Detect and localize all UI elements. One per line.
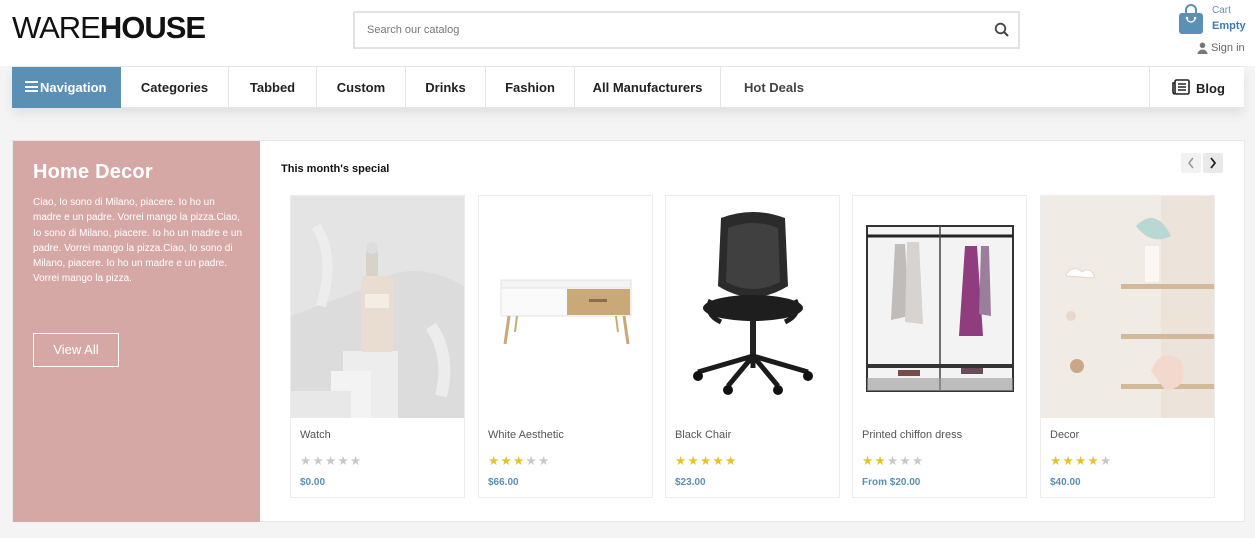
blog-label: Blog: [1196, 81, 1225, 96]
star-icon: ★: [312, 454, 324, 468]
product-card[interactable]: Printed chiffon dress ★★★★★ From $20.00: [852, 195, 1027, 498]
promo-text: Ciao, Io sono di Milano, piacere. Io ho …: [33, 197, 243, 285]
star-icon: ★: [887, 454, 899, 468]
nav-item-fashion[interactable]: Fashion: [486, 67, 575, 108]
product-name: Printed chiffon dress: [862, 429, 963, 441]
star-icon: ★: [725, 454, 737, 468]
star-icon: ★: [1100, 454, 1112, 468]
product-card[interactable]: Watch ★★★★★ $0.00: [290, 195, 465, 498]
hamburger-icon: [25, 81, 38, 92]
product-card[interactable]: Black Chair ★★★★★ $23.00: [665, 195, 840, 498]
star-icon: ★: [337, 454, 349, 468]
product-image: [666, 196, 839, 418]
carousel-prev-button[interactable]: [1181, 153, 1201, 173]
promo-banner: Home Decor Ciao, Io sono di Milano, piac…: [13, 141, 260, 522]
star-icon: ★: [513, 454, 525, 468]
nav-item-tabbed[interactable]: Tabbed: [229, 67, 317, 108]
rating-stars: ★★★★★: [1050, 452, 1113, 468]
product-price: From $20.00: [862, 477, 921, 488]
svg-text:bebe: bebe: [1159, 306, 1201, 331]
star-icon: ★: [488, 454, 500, 468]
featured-section: Home Decor Ciao, Io sono di Milano, piac…: [12, 140, 1245, 522]
user-icon: [1197, 42, 1208, 54]
star-icon: ★: [912, 454, 924, 468]
star-icon: ★: [700, 454, 712, 468]
sign-in-label: Sign in: [1211, 42, 1245, 54]
star-icon: ★: [687, 454, 699, 468]
logo[interactable]: WAREHOUSE: [12, 10, 206, 45]
product-name: Watch: [300, 429, 331, 441]
search-icon[interactable]: [992, 20, 1012, 40]
star-icon: ★: [500, 454, 512, 468]
star-icon: ★: [1087, 454, 1099, 468]
rating-stars: ★★★★★: [675, 452, 738, 468]
logo-bold: HOUSE: [99, 10, 206, 45]
rating-stars: ★★★★★: [488, 452, 551, 468]
product-price: $40.00: [1050, 477, 1081, 488]
nav-item-categories[interactable]: Categories: [121, 67, 229, 108]
shopping-bag-icon: [1178, 4, 1204, 34]
cart-label: Cart: [1212, 5, 1231, 16]
search-bar: [353, 11, 1020, 49]
nav-item-blog[interactable]: Blog: [1149, 67, 1244, 108]
product-price: $0.00: [300, 477, 326, 488]
product-image: bebe: [1041, 196, 1214, 418]
rating-stars: ★★★★★: [300, 452, 363, 468]
nav-item-hot-deals[interactable]: Hot Deals: [721, 67, 827, 108]
main-navigation: Navigation Categories Tabbed Custom Drin…: [12, 66, 1244, 108]
product-card[interactable]: bebe Decor ★★★★★ $40.00: [1040, 195, 1215, 498]
search-input[interactable]: [367, 13, 987, 47]
carousel-next-button[interactable]: [1203, 153, 1223, 173]
product-price: $66.00: [488, 477, 519, 488]
product-name: White Aesthetic: [488, 429, 564, 441]
rating-stars: ★★★★★: [862, 452, 925, 468]
product-card[interactable]: White Aesthetic ★★★★★ $66.00: [478, 195, 653, 498]
cart[interactable]: Cart Empty: [1176, 2, 1255, 38]
product-image: [479, 196, 652, 418]
blog-icon: [1172, 79, 1190, 95]
star-icon: ★: [1075, 454, 1087, 468]
star-icon: ★: [874, 454, 886, 468]
product-name: Decor: [1050, 429, 1080, 441]
view-all-button[interactable]: View All: [33, 333, 119, 367]
product-price: $23.00: [675, 477, 706, 488]
chevron-left-icon: [1187, 157, 1194, 169]
nav-item-custom[interactable]: Custom: [317, 67, 406, 108]
star-icon: ★: [712, 454, 724, 468]
product-name: Black Chair: [675, 429, 732, 441]
chevron-right-icon: [1210, 157, 1217, 169]
star-icon: ★: [1062, 454, 1074, 468]
star-icon: ★: [325, 454, 337, 468]
star-icon: ★: [862, 454, 874, 468]
section-title: This month's special: [281, 163, 390, 175]
star-icon: ★: [899, 454, 911, 468]
cart-status: Empty: [1212, 20, 1246, 32]
nav-item-all-manufacturers[interactable]: All Manufacturers: [575, 67, 721, 108]
promo-title: Home Decor: [33, 161, 153, 183]
star-icon: ★: [525, 454, 537, 468]
star-icon: ★: [538, 454, 550, 468]
star-icon: ★: [675, 454, 687, 468]
nav-item-drinks[interactable]: Drinks: [406, 67, 486, 108]
star-icon: ★: [300, 454, 312, 468]
product-image: [853, 196, 1026, 418]
navigation-toggle[interactable]: Navigation: [12, 67, 121, 108]
site-header: WAREHOUSE Cart Empty Sign in: [0, 0, 1255, 66]
product-image: [291, 196, 464, 418]
logo-thin: WARE: [12, 10, 101, 45]
navigation-label: Navigation: [40, 80, 107, 95]
star-icon: ★: [1050, 454, 1062, 468]
star-icon: ★: [350, 454, 362, 468]
